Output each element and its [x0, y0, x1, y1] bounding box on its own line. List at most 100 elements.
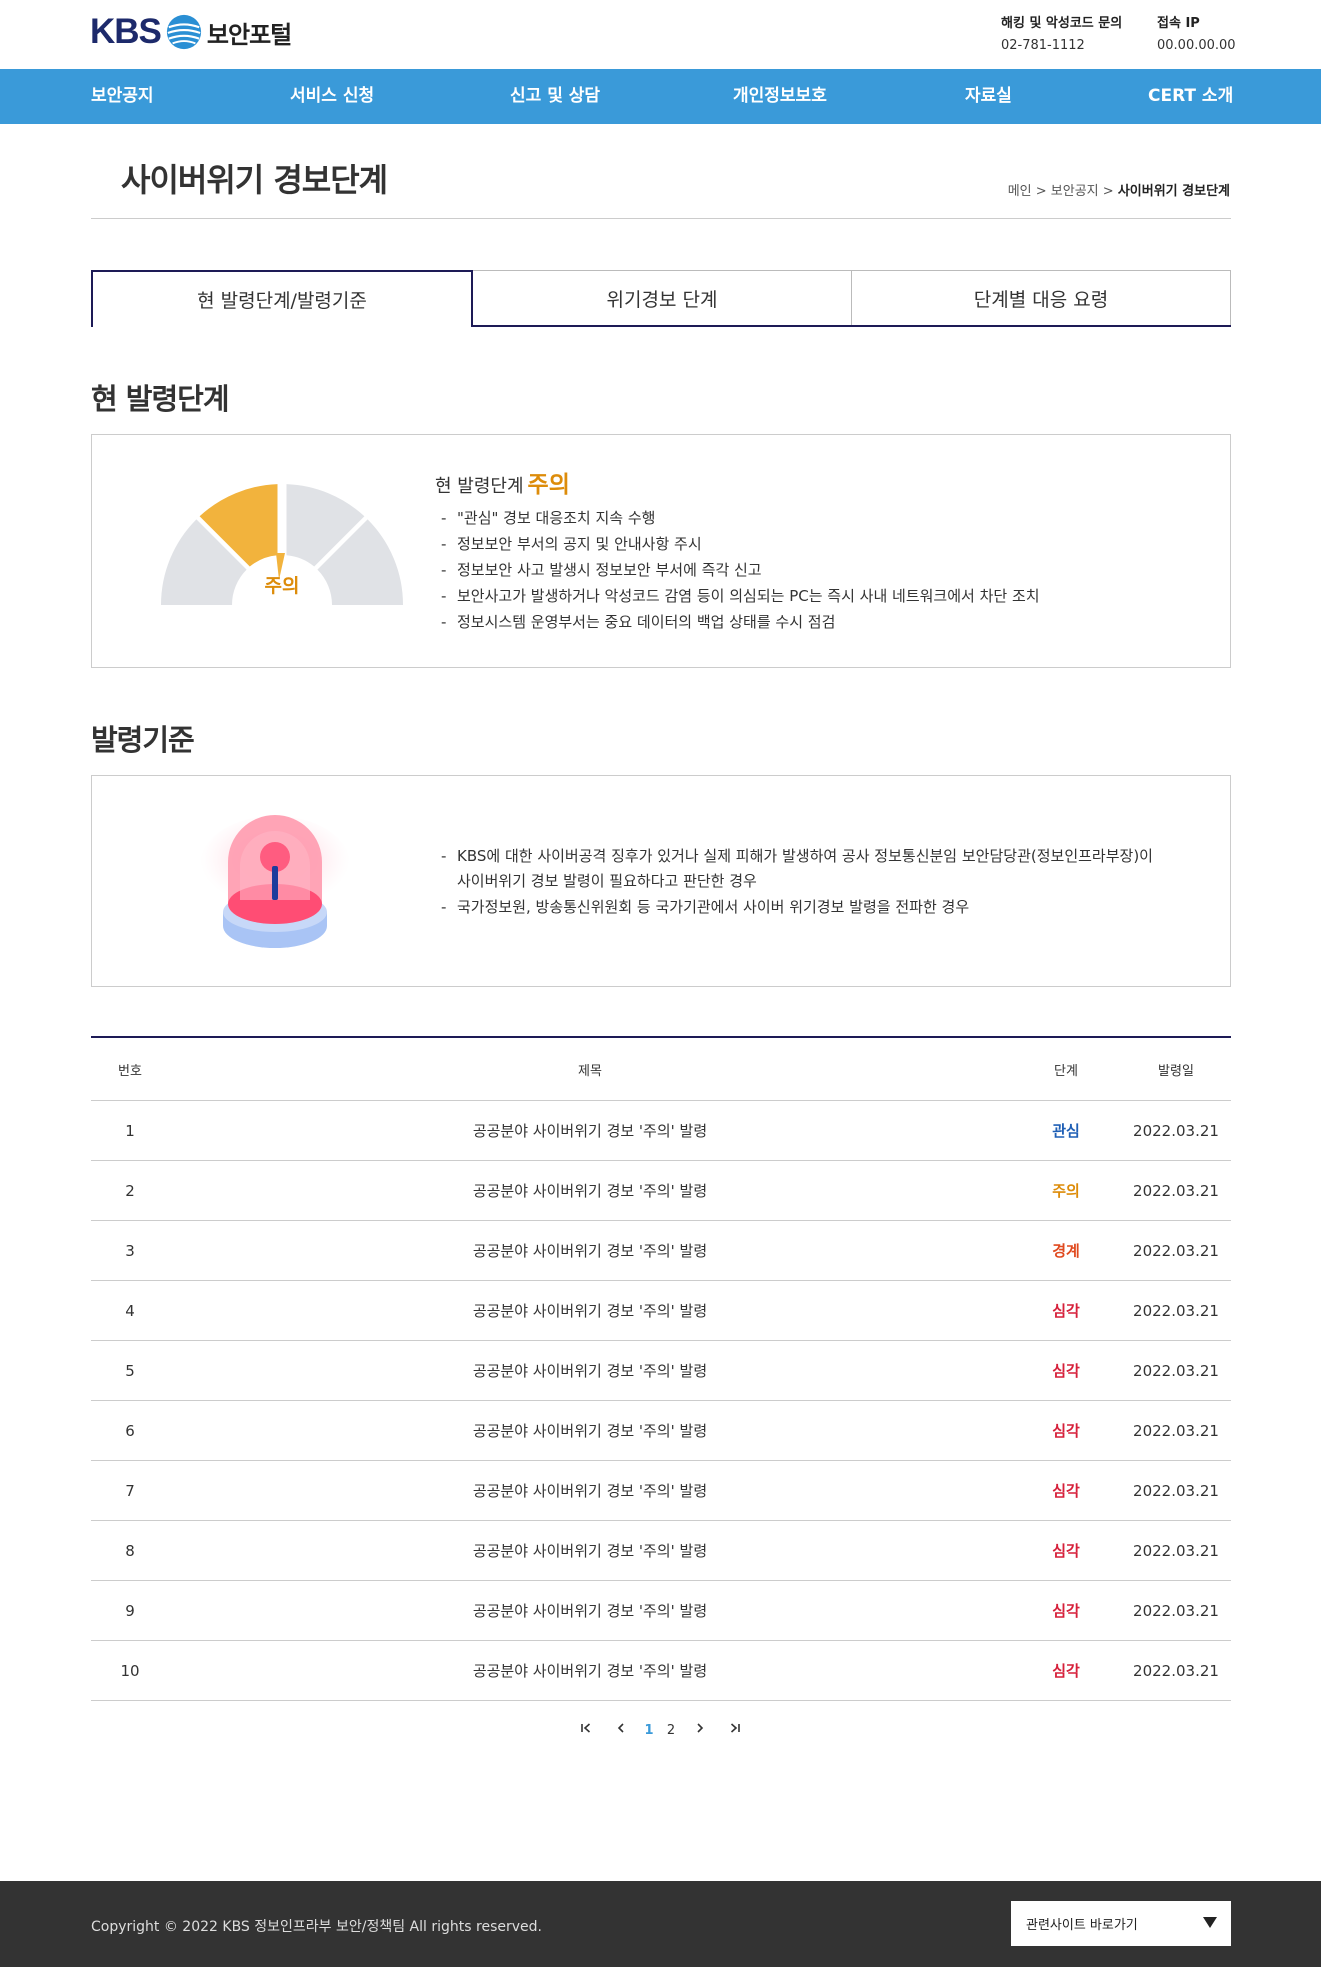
row-date: 2022.03.21 [1133, 1181, 1219, 1200]
list-item: - 보안사고가 발생하거나 악성코드 감염 등이 의심되는 PC는 즉시 사내 네… [441, 587, 1040, 605]
nav-item-library[interactable]: 자료실 [965, 69, 1012, 124]
col-header-title: 제목 [578, 1063, 602, 1079]
access-ip: 접속 IP 00.00.00.00 [1157, 15, 1236, 56]
family-site-label: 관련사이트 바로가기 [1026, 1918, 1138, 1933]
breadcrumb-sep: > [1102, 184, 1114, 199]
row-title-link[interactable]: 공공분야 사이버위기 경보 '주의' 발령 [169, 1581, 1011, 1640]
main-nav: 보안공지 서비스 신청 신고 및 상담 개인정보보호 자료실 CERT 소개 [0, 69, 1321, 124]
row-number: 2 [125, 1181, 135, 1200]
row-date: 2022.03.21 [1133, 1121, 1219, 1140]
row-stage-badge: 주의 [1052, 1182, 1080, 1200]
row-date: 2022.03.21 [1133, 1421, 1219, 1440]
col-header-no: 번호 [118, 1063, 142, 1079]
breadcrumb-home[interactable]: 메인 [1008, 184, 1032, 199]
page-title: 사이버위기 경보단계 [121, 161, 388, 199]
family-site-select[interactable]: 관련사이트 바로가기 [1011, 1901, 1231, 1946]
row-date: 2022.03.21 [1133, 1241, 1219, 1260]
row-title-link[interactable]: 공공분야 사이버위기 경보 '주의' 발령 [169, 1341, 1011, 1400]
hacking-contact-label: 해킹 및 악성코드 문의 [1001, 16, 1123, 31]
row-title-link[interactable]: 공공분야 사이버위기 경보 '주의' 발령 [169, 1641, 1011, 1700]
row-number: 7 [125, 1481, 135, 1500]
list-item: - 정보시스템 운영부서는 중요 데이터의 백업 상태를 수시 점검 [441, 613, 836, 631]
nav-item-cert[interactable]: CERT 소개 [1148, 69, 1233, 124]
table-row[interactable]: 10 공공분야 사이버위기 경보 '주의' 발령 심각 2022.03.21 [91, 1641, 1231, 1701]
row-stage-badge: 심각 [1052, 1302, 1080, 1320]
site-header: KBS 보안포털 해킹 및 악성코드 문의 02-781-1112 접속 IP … [0, 0, 1321, 69]
site-logo[interactable]: KBS 보안포털 [90, 12, 292, 52]
nav-item-security-notice[interactable]: 보안공지 [91, 69, 154, 124]
row-date: 2022.03.21 [1133, 1301, 1219, 1320]
row-title-link[interactable]: 공공분야 사이버위기 경보 '주의' 발령 [169, 1221, 1011, 1280]
criteria-box: - KBS에 대한 사이버공격 징후가 있거나 실제 피해가 발생하여 공사 정보… [91, 775, 1231, 987]
row-stage-badge: 경계 [1052, 1242, 1080, 1260]
table-body: 1 공공분야 사이버위기 경보 '주의' 발령 관심 2022.03.21 2 공공분야 … [91, 1101, 1231, 1701]
table-row[interactable]: 1 공공분야 사이버위기 경보 '주의' 발령 관심 2022.03.21 [91, 1101, 1231, 1161]
row-title-link[interactable]: 공공분야 사이버위기 경보 '주의' 발령 [169, 1461, 1011, 1520]
current-stage-box: 주의 현 발령단계 주의 - "관심" 경보 대응조치 지속 수행 - 정보보안 부서… [91, 434, 1231, 668]
breadcrumb: 메인 > 보안공지 > 사이버위기 경보단계 [1008, 180, 1230, 199]
row-date: 2022.03.21 [1133, 1661, 1219, 1680]
logo-kbs-text: KBS [90, 12, 162, 51]
table-row[interactable]: 4 공공분야 사이버위기 경보 '주의' 발령 심각 2022.03.21 [91, 1281, 1231, 1341]
row-number: 6 [125, 1421, 135, 1440]
row-number: 10 [120, 1661, 140, 1680]
stage-heading-prefix: 현 발령단계 [435, 476, 524, 497]
row-number: 1 [125, 1121, 135, 1140]
row-stage-badge: 심각 [1052, 1542, 1080, 1560]
nav-item-report[interactable]: 신고 및 상담 [510, 69, 600, 124]
next-page-icon[interactable] [692, 1718, 708, 1744]
table-row[interactable]: 8 공공분야 사이버위기 경보 '주의' 발령 심각 2022.03.21 [91, 1521, 1231, 1581]
page-1-link[interactable]: 1 [642, 1718, 656, 1744]
table-row[interactable]: 5 공공분야 사이버위기 경보 '주의' 발령 심각 2022.03.21 [91, 1341, 1231, 1401]
last-page-icon[interactable] [727, 1718, 743, 1744]
globe-icon [166, 14, 202, 50]
row-title-link[interactable]: 공공분야 사이버위기 경보 '주의' 발령 [169, 1521, 1011, 1580]
alert-history-table: 번호 제목 단계 발령일 1 공공분야 사이버위기 경보 '주의' 발령 관심 202… [91, 1036, 1231, 1701]
row-title-link[interactable]: 공공분야 사이버위기 경보 '주의' 발령 [169, 1161, 1011, 1220]
table-row[interactable]: 9 공공분야 사이버위기 경보 '주의' 발령 심각 2022.03.21 [91, 1581, 1231, 1641]
copyright-text: Copyright © 2022 KBS 정보인프라부 보안/정책팀 All r… [91, 1919, 542, 1935]
tab-bar: 현 발령단계/발령기준 위기경보 단계 단계별 대응 요령 [91, 270, 1231, 327]
nav-item-service-request[interactable]: 서비스 신청 [290, 69, 374, 124]
table-row[interactable]: 3 공공분야 사이버위기 경보 '주의' 발령 경계 2022.03.21 [91, 1221, 1231, 1281]
row-title-link[interactable]: 공공분야 사이버위기 경보 '주의' 발령 [169, 1101, 1011, 1160]
row-number: 3 [125, 1241, 135, 1260]
row-number: 9 [125, 1601, 135, 1620]
list-item: - 국가정보원, 방송통신위원회 등 국가기관에서 사이버 위기경보 발령을 전파… [441, 898, 970, 916]
row-date: 2022.03.21 [1133, 1601, 1219, 1620]
table-row[interactable]: 7 공공분야 사이버위기 경보 '주의' 발령 심각 2022.03.21 [91, 1461, 1231, 1521]
row-number: 8 [125, 1541, 135, 1560]
nav-item-privacy[interactable]: 개인정보보호 [733, 69, 827, 124]
siren-icon [200, 815, 350, 948]
criteria-title: 발령기준 [91, 723, 195, 757]
tab-current-stage[interactable]: 현 발령단계/발령기준 [91, 270, 473, 327]
row-title-link[interactable]: 공공분야 사이버위기 경보 '주의' 발령 [169, 1281, 1011, 1340]
col-header-stage: 단계 [1054, 1063, 1078, 1079]
table-row[interactable]: 2 공공분야 사이버위기 경보 '주의' 발령 주의 2022.03.21 [91, 1161, 1231, 1221]
row-stage-badge: 심각 [1052, 1422, 1080, 1440]
alert-gauge-icon: 주의 [160, 484, 404, 605]
caret-down-icon [1203, 1917, 1217, 1928]
breadcrumb-sep: > [1035, 184, 1047, 199]
hacking-contact: 해킹 및 악성코드 문의 02-781-1112 [1001, 15, 1122, 56]
page-2-link[interactable]: 2 [664, 1718, 678, 1744]
prev-page-icon[interactable] [613, 1718, 629, 1744]
gauge-label: 주의 [265, 575, 300, 597]
row-number: 4 [125, 1301, 135, 1320]
first-page-icon[interactable] [578, 1718, 594, 1744]
hacking-contact-phone: 02-781-1112 [1001, 38, 1085, 53]
access-ip-value: 00.00.00.00 [1157, 38, 1236, 53]
row-title-link[interactable]: 공공분야 사이버위기 경보 '주의' 발령 [169, 1401, 1011, 1460]
row-stage-badge: 심각 [1052, 1602, 1080, 1620]
row-stage-badge: 심각 [1052, 1482, 1080, 1500]
row-date: 2022.03.21 [1133, 1481, 1219, 1500]
row-date: 2022.03.21 [1133, 1541, 1219, 1560]
table-row[interactable]: 6 공공분야 사이버위기 경보 '주의' 발령 심각 2022.03.21 [91, 1401, 1231, 1461]
logo-portal-text: 보안포털 [206, 20, 292, 49]
stage-heading: 현 발령단계 주의 [435, 465, 570, 499]
tab-alert-levels[interactable]: 위기경보 단계 [473, 270, 852, 325]
breadcrumb-parent[interactable]: 보안공지 [1051, 184, 1099, 199]
row-stage-badge: 관심 [1052, 1122, 1080, 1140]
current-stage-title: 현 발령단계 [91, 382, 229, 416]
tab-response-guide[interactable]: 단계별 대응 요령 [852, 270, 1231, 325]
